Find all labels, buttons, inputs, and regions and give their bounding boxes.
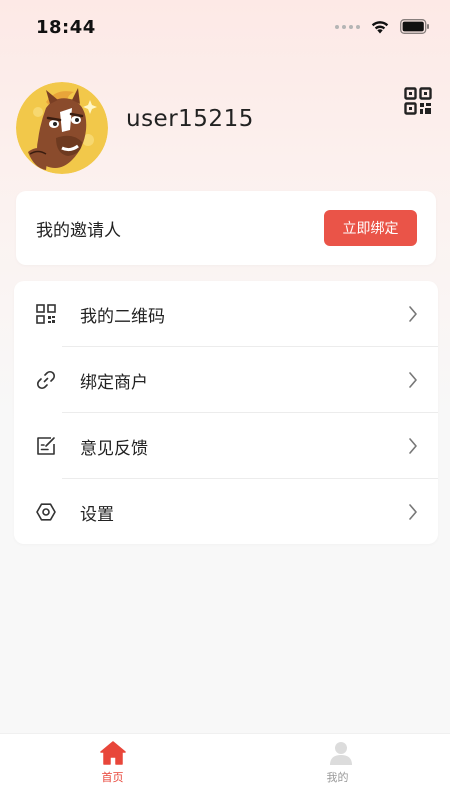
battery-icon: [400, 19, 429, 34]
menu-item-settings[interactable]: 设置: [14, 479, 438, 545]
home-icon: [100, 741, 126, 765]
inviter-label: 我的邀请人: [36, 221, 121, 241]
chevron-right-icon: [409, 306, 417, 322]
menu-item-label: 我的二维码: [80, 307, 165, 327]
bottom-tab-bar: 首页 我的: [0, 733, 450, 801]
menu-item-bind-merchant[interactable]: 绑定商户: [14, 347, 438, 413]
menu-item-label: 设置: [80, 505, 114, 525]
username: user15215: [126, 106, 254, 132]
signal-icon: [335, 24, 360, 29]
status-time: 18:44: [36, 17, 96, 38]
menu-item-feedback[interactable]: 意见反馈: [14, 413, 438, 479]
wifi-icon: [371, 21, 389, 34]
qrcode-icon: [36, 304, 56, 324]
tab-label: 首页: [101, 771, 124, 784]
tab-label: 我的: [326, 771, 349, 784]
qrcode-icon: [404, 87, 432, 115]
tab-mine[interactable]: 我的: [225, 734, 450, 801]
settings-icon: [36, 503, 56, 521]
horse-avatar-image: [16, 82, 108, 174]
bind-now-button[interactable]: 立即绑定: [324, 210, 417, 246]
link-icon: [36, 370, 56, 390]
feedback-icon: [37, 437, 55, 455]
menu-item-label: 绑定商户: [80, 373, 148, 393]
menu-list: 我的二维码 绑定商户 意见反馈 设置: [14, 281, 438, 544]
qrcode-button[interactable]: [404, 87, 432, 115]
avatar[interactable]: [16, 82, 108, 174]
user-icon: [330, 742, 352, 765]
menu-item-my-qrcode[interactable]: 我的二维码: [14, 281, 438, 347]
status-icons: [335, 19, 430, 34]
profile-header: user15215: [16, 82, 436, 174]
chevron-right-icon: [409, 438, 417, 454]
chevron-right-icon: [409, 372, 417, 388]
status-bar: 18:44: [0, 0, 450, 56]
menu-item-label: 意见反馈: [80, 439, 148, 459]
tab-home[interactable]: 首页: [0, 734, 225, 801]
chevron-right-icon: [409, 504, 417, 520]
inviter-card: 我的邀请人 立即绑定: [16, 191, 436, 265]
